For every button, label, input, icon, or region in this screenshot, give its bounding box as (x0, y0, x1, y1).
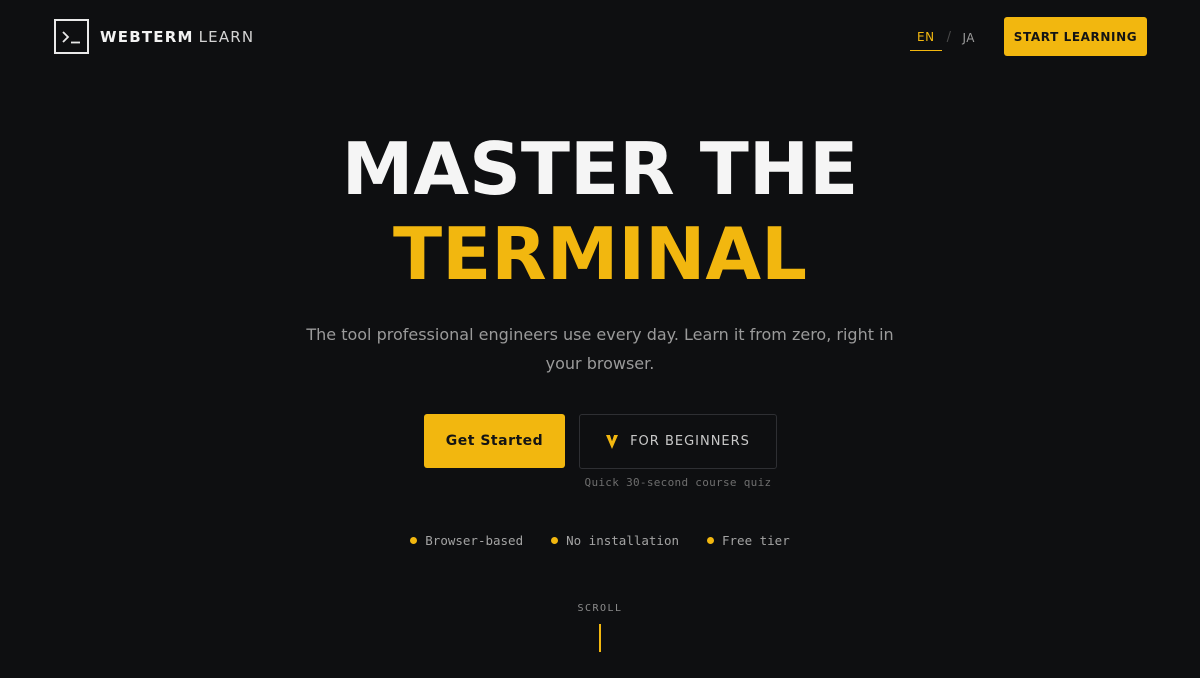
for-beginners-label: FOR BEGINNERS (630, 434, 750, 449)
logo-strong-text: WEBTERM (100, 27, 194, 46)
terminal-prompt-icon (54, 19, 89, 54)
hero-subtitle: The tool professional engineers use ever… (306, 325, 894, 373)
start-learning-button[interactable]: START LEARNING (1004, 17, 1147, 56)
feature-label: No installation (566, 533, 679, 548)
lang-ja-link[interactable]: JA (962, 31, 975, 49)
feature-item: Browser-based (410, 533, 523, 548)
language-switcher: EN / JA (910, 28, 975, 51)
lang-separator: / (946, 30, 952, 45)
get-started-button[interactable]: Get Started (424, 414, 565, 468)
scroll-indicator-line (599, 624, 601, 652)
landing-page: WEBTERM LEARN EN / JA START LEARNING MAST… (0, 0, 1200, 678)
hero-title-line1: MASTER THE (341, 127, 859, 211)
v-chevron-icon (606, 434, 619, 449)
scroll-indicator-label[interactable]: SCROLL (0, 603, 1200, 614)
bullet-dot-icon (551, 537, 559, 544)
bullet-dot-icon (707, 537, 714, 544)
hero-title-line2: TERMINAL (392, 212, 808, 296)
for-beginners-button[interactable]: FOR BEGINNERS (579, 414, 777, 469)
logo-light-text: LEARN (198, 27, 255, 46)
feature-item: Free tier (707, 533, 790, 548)
feature-list: Browser-based No installation Free tier (0, 533, 1200, 548)
logo-wordmark: WEBTERM LEARN (100, 28, 254, 46)
lang-en-link[interactable]: EN (910, 28, 942, 51)
site-logo[interactable]: WEBTERM LEARN (54, 19, 254, 54)
feature-label: Free tier (722, 533, 790, 548)
feature-item: No installation (551, 533, 679, 548)
quiz-caption: Quick 30-second course quiz (584, 476, 772, 489)
bullet-dot-icon (410, 537, 418, 544)
feature-label: Browser-based (425, 533, 524, 548)
